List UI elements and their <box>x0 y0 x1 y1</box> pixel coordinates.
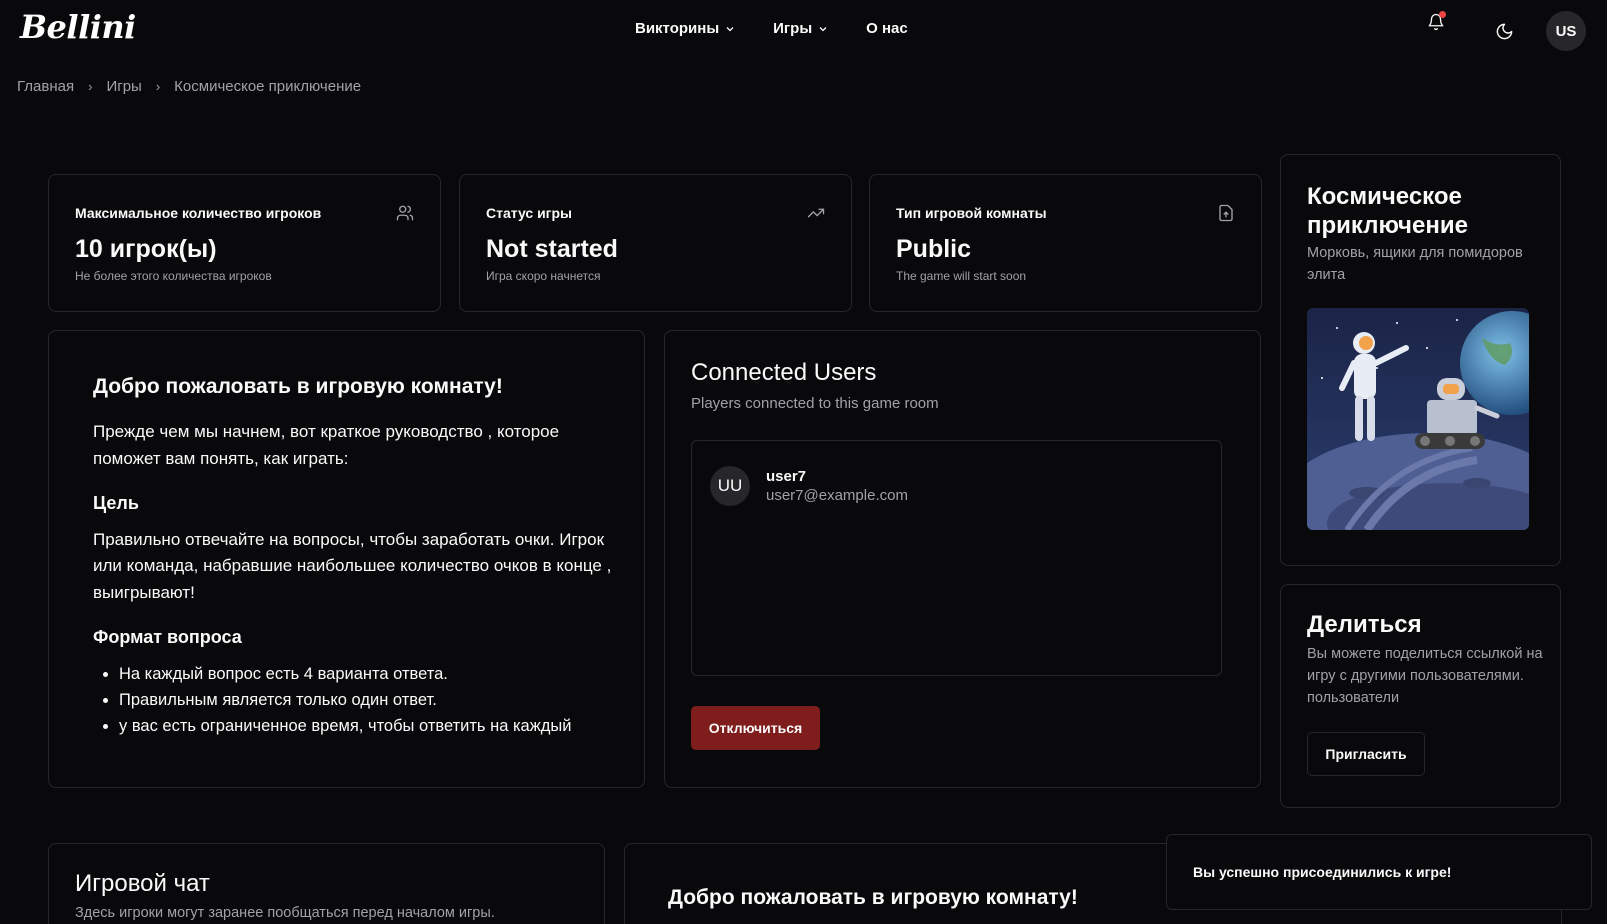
connected-users-card: Connected Users Players connected to thi… <box>664 330 1261 788</box>
invite-button[interactable]: Пригласить <box>1307 732 1425 776</box>
bottom-welcome-title: Добро пожаловать в игровую комнату! <box>668 886 1078 909</box>
toast-message: Вы успешно присоединились к игре! <box>1193 864 1452 880</box>
chevron-right-icon: › <box>88 79 93 94</box>
success-toast[interactable]: Вы успешно присоединились к игре! <box>1166 834 1592 910</box>
share-title: Делиться <box>1307 611 1422 638</box>
stat-subtitle: The game will start soon <box>896 269 1027 283</box>
user-avatar[interactable]: US <box>1546 11 1586 51</box>
stat-card-game-status: Статус игры Not started Игра скоро начне… <box>459 174 852 312</box>
user-name: user7 <box>766 468 807 485</box>
format-heading: Формат вопроса <box>93 627 242 647</box>
breadcrumb-games[interactable]: Игры <box>106 78 141 95</box>
format-list: На каждый вопрос есть 4 варианта ответа.… <box>119 661 613 739</box>
disconnect-button[interactable]: Отключиться <box>691 706 820 750</box>
rules-title: Добро пожаловать в игровую комнату! <box>93 375 503 398</box>
share-description: Вы можете поделиться ссылкой на игру с д… <box>1307 646 1543 706</box>
stat-value: Not started <box>486 235 618 263</box>
chevron-down-icon <box>819 26 827 31</box>
stat-title: Максимальное количество игроков <box>75 205 322 221</box>
nav-games-label: Игры <box>773 20 813 37</box>
nav-about-label: О нас <box>866 20 908 37</box>
stat-subtitle: Игра скоро начнется <box>486 269 601 283</box>
trending-up-icon <box>807 208 825 218</box>
user-email: user7@example.com <box>766 487 908 504</box>
rules-card: Добро пожаловать в игровую комнату! Преж… <box>48 330 645 788</box>
game-chat-card: Игровой чат Здесь игроки могут заранее п… <box>48 843 605 924</box>
rules-intro: Прежде чем мы начнем, вот краткое руково… <box>93 422 560 468</box>
rules-body: Прежде чем мы начнем, вот краткое руково… <box>93 419 613 739</box>
goal-heading: Цель <box>93 493 139 513</box>
chevron-down-icon <box>726 26 734 31</box>
stat-subtitle: Не более этого количества игроков <box>75 269 272 283</box>
game-description: Морковь, ящики для помидоров элита <box>1307 245 1523 283</box>
breadcrumb-current: Космическое приключение <box>174 78 362 95</box>
stat-title: Тип игровой комнаты <box>896 205 1047 221</box>
nav-about[interactable]: О нас <box>866 20 908 37</box>
connected-users-list[interactable]: UU user7 user7@example.com <box>691 440 1222 676</box>
logo[interactable]: Bellini <box>20 8 136 46</box>
nav-games[interactable]: Игры <box>773 20 828 37</box>
notifications-button[interactable] <box>1424 10 1448 34</box>
moon-icon <box>1496 23 1512 39</box>
stat-value: Public <box>896 235 972 263</box>
top-header: Bellini Викторины Игры О нас US <box>0 0 1607 62</box>
stat-value: 10 игрок(ы) <box>75 235 217 263</box>
notification-dot <box>1439 11 1446 18</box>
game-cover-image <box>1307 308 1529 530</box>
game-title: Космическое приключение <box>1307 183 1468 239</box>
stat-card-max-players: Максимальное количество игроков 10 игрок… <box>48 174 441 312</box>
breadcrumb-home[interactable]: Главная <box>17 78 74 95</box>
theme-toggle-button[interactable] <box>1492 19 1516 43</box>
main-nav: Викторины Игры О нас <box>635 20 946 37</box>
connected-users-title: Connected Users <box>691 359 877 386</box>
page: Bellini Викторины Игры О нас US Главная … <box>0 0 1607 924</box>
chat-subtitle: Здесь игроки могут заранее пообщаться пе… <box>75 905 495 921</box>
chat-title: Игровой чат <box>75 870 210 897</box>
game-info-card: Космическое приключение Морковь, ящики д… <box>1280 154 1561 566</box>
nav-quizzes-label: Викторины <box>635 20 720 37</box>
nav-quizzes[interactable]: Викторины <box>635 20 735 37</box>
list-item: Правильным является только один ответ. <box>119 687 613 713</box>
file-icon <box>1219 204 1233 222</box>
connected-users-subtitle: Players connected to this game room <box>691 395 939 412</box>
chevron-right-icon: › <box>155 79 161 94</box>
share-card: Делиться Вы можете поделиться ссылкой на… <box>1280 584 1561 808</box>
list-item: у вас есть ограниченное время, чтобы отв… <box>119 713 613 739</box>
stat-title: Статус игры <box>486 205 573 221</box>
stat-card-room-type: Тип игровой комнаты Public The game will… <box>869 174 1262 312</box>
list-item: На каждый вопрос есть 4 варианта ответа. <box>119 661 613 687</box>
breadcrumb: Главная › Игры › Космическое приключение <box>17 78 361 95</box>
users-icon <box>396 205 414 221</box>
avatar: UU <box>710 466 750 506</box>
goal-text: Правильно отвечайте на вопросы, чтобы за… <box>93 529 612 602</box>
